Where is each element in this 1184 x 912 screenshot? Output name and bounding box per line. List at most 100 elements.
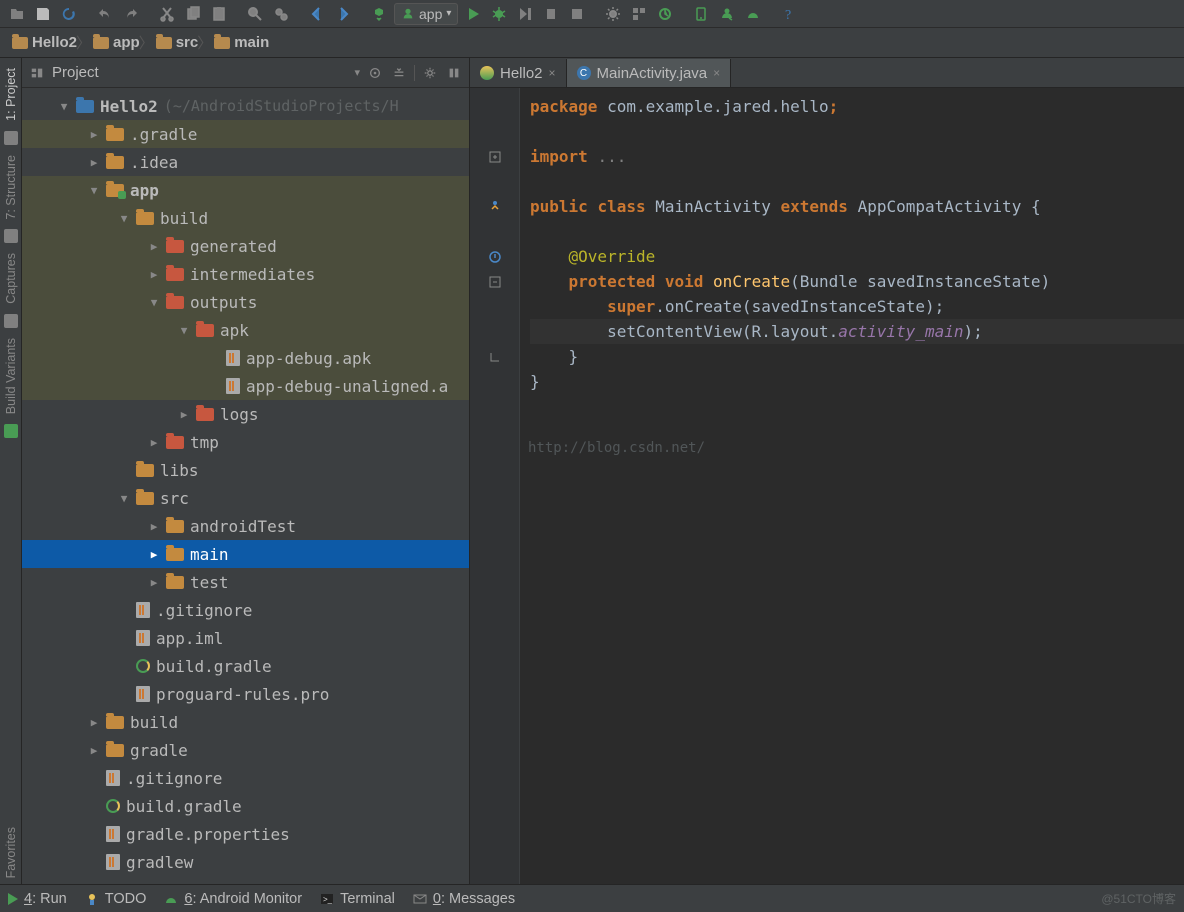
project-tree[interactable]: ▼Hello2 (~/AndroidStudioProjects/H▶.grad… bbox=[22, 88, 469, 884]
tree-row[interactable]: proguard-rules.pro bbox=[22, 680, 469, 708]
collapse-all-icon[interactable] bbox=[390, 64, 408, 82]
tree-row[interactable]: ▶gradle bbox=[22, 736, 469, 764]
cut-icon[interactable] bbox=[156, 3, 178, 25]
bottom-run[interactable]: 4: Run bbox=[8, 891, 67, 907]
tree-row[interactable]: ▶main bbox=[22, 540, 469, 568]
sync-icon[interactable] bbox=[58, 3, 80, 25]
crumb-2[interactable]: src bbox=[150, 34, 209, 51]
tree-row[interactable]: app-debug-unaligned.a bbox=[22, 372, 469, 400]
tree-row[interactable]: ▶.idea bbox=[22, 148, 469, 176]
close-icon[interactable]: × bbox=[713, 66, 720, 80]
crumb-3[interactable]: main bbox=[208, 34, 279, 51]
chevron-down-icon[interactable]: ▾ bbox=[354, 66, 360, 79]
tool-tab-captures[interactable]: Captures bbox=[4, 247, 18, 310]
run-icon[interactable] bbox=[462, 3, 484, 25]
hide-icon[interactable] bbox=[445, 64, 463, 82]
copy-icon[interactable] bbox=[182, 3, 204, 25]
tree-arrow-icon[interactable]: ▼ bbox=[58, 100, 70, 113]
tree-row[interactable]: .gitignore bbox=[22, 764, 469, 792]
stop-icon[interactable] bbox=[566, 3, 588, 25]
settings-icon[interactable] bbox=[602, 3, 624, 25]
tree-row[interactable]: libs bbox=[22, 456, 469, 484]
tree-row[interactable]: ▶generated bbox=[22, 232, 469, 260]
tree-arrow-icon[interactable]: ▶ bbox=[178, 408, 190, 421]
tree-arrow-icon[interactable]: ▶ bbox=[148, 548, 160, 561]
crumb-1[interactable]: app bbox=[87, 34, 150, 51]
tree-row[interactable]: .gitignore bbox=[22, 596, 469, 624]
tree-arrow-icon[interactable]: ▼ bbox=[148, 296, 160, 309]
tree-arrow-icon[interactable]: ▶ bbox=[88, 156, 100, 169]
scroll-from-source-icon[interactable] bbox=[366, 64, 384, 82]
tree-arrow-icon[interactable]: ▶ bbox=[88, 716, 100, 729]
tree-arrow-icon[interactable]: ▼ bbox=[118, 492, 130, 505]
make-icon[interactable] bbox=[368, 3, 390, 25]
tree-row[interactable]: ▶build bbox=[22, 708, 469, 736]
back-icon[interactable] bbox=[306, 3, 328, 25]
tree-row[interactable]: ▼Hello2 (~/AndroidStudioProjects/H bbox=[22, 92, 469, 120]
help-icon[interactable]: ? bbox=[778, 3, 800, 25]
tool-tab-buildvariants[interactable]: Build Variants bbox=[4, 332, 18, 420]
tree-row[interactable]: ▼apk bbox=[22, 316, 469, 344]
tree-row[interactable]: gradle.properties bbox=[22, 820, 469, 848]
project-structure-icon[interactable] bbox=[628, 3, 650, 25]
find-icon[interactable] bbox=[244, 3, 266, 25]
save-icon[interactable] bbox=[32, 3, 54, 25]
tree-row[interactable]: ▼build bbox=[22, 204, 469, 232]
paste-icon[interactable] bbox=[208, 3, 230, 25]
tree-row[interactable]: ▼app bbox=[22, 176, 469, 204]
sync-gradle-icon[interactable] bbox=[654, 3, 676, 25]
tree-row[interactable]: app.iml bbox=[22, 624, 469, 652]
tree-arrow-icon[interactable]: ▶ bbox=[148, 520, 160, 533]
fold-plus-icon[interactable] bbox=[470, 144, 519, 169]
tree-arrow-icon[interactable]: ▶ bbox=[88, 128, 100, 141]
redo-icon[interactable] bbox=[120, 3, 142, 25]
android-icon[interactable] bbox=[742, 3, 764, 25]
override-icon[interactable] bbox=[470, 194, 519, 219]
tree-row[interactable]: ▶logs bbox=[22, 400, 469, 428]
avd-icon[interactable] bbox=[690, 3, 712, 25]
tree-row[interactable]: build.gradle bbox=[22, 652, 469, 680]
bottom-todo[interactable]: TODO bbox=[85, 891, 147, 907]
bottom-terminal[interactable]: >_Terminal bbox=[320, 891, 395, 907]
attach-icon[interactable] bbox=[540, 3, 562, 25]
forward-icon[interactable] bbox=[332, 3, 354, 25]
tree-arrow-icon[interactable]: ▶ bbox=[148, 436, 160, 449]
fold-end-icon[interactable] bbox=[470, 344, 519, 369]
tree-arrow-icon[interactable]: ▶ bbox=[148, 576, 160, 589]
replace-icon[interactable] bbox=[270, 3, 292, 25]
bottom-messages[interactable]: 0: Messages bbox=[413, 891, 515, 907]
tool-tab-favorites[interactable]: Favorites bbox=[4, 821, 18, 884]
tree-arrow-icon[interactable]: ▼ bbox=[118, 212, 130, 225]
tree-arrow-icon[interactable]: ▶ bbox=[148, 268, 160, 281]
tree-row[interactable]: ▶intermediates bbox=[22, 260, 469, 288]
code-editor[interactable]: package com.example.jared.hello; import … bbox=[520, 88, 1184, 884]
tree-arrow-icon[interactable]: ▼ bbox=[88, 184, 100, 197]
sdk-icon[interactable] bbox=[716, 3, 738, 25]
tree-row[interactable]: build.gradle bbox=[22, 792, 469, 820]
tool-tab-project[interactable]: 1: Project bbox=[4, 62, 18, 127]
gear-icon[interactable] bbox=[421, 64, 439, 82]
tree-arrow-icon[interactable]: ▶ bbox=[148, 240, 160, 253]
tree-row[interactable]: app-debug.apk bbox=[22, 344, 469, 372]
tree-arrow-icon[interactable]: ▼ bbox=[178, 324, 190, 337]
debug-icon[interactable] bbox=[488, 3, 510, 25]
project-view-selector[interactable]: Project bbox=[52, 64, 99, 81]
tool-tab-structure[interactable]: 7: Structure bbox=[4, 149, 18, 226]
tab-hello2[interactable]: Hello2 × bbox=[470, 59, 567, 87]
crumb-0[interactable]: Hello2 bbox=[6, 34, 87, 51]
run-config-selector[interactable]: app ▾ bbox=[394, 3, 458, 25]
tree-row[interactable]: ▶androidTest bbox=[22, 512, 469, 540]
tree-row[interactable]: ▼src bbox=[22, 484, 469, 512]
tab-mainactivity[interactable]: C MainActivity.java × bbox=[567, 59, 732, 87]
tree-row[interactable]: ▼outputs bbox=[22, 288, 469, 316]
close-icon[interactable]: × bbox=[549, 66, 556, 80]
tree-row[interactable]: ▶.gradle bbox=[22, 120, 469, 148]
undo-icon[interactable] bbox=[94, 3, 116, 25]
open-icon[interactable] bbox=[6, 3, 28, 25]
fold-minus-icon[interactable] bbox=[470, 269, 519, 294]
implemented-icon[interactable] bbox=[470, 244, 519, 269]
tree-row[interactable]: ▶test bbox=[22, 568, 469, 596]
tree-row[interactable]: ▶tmp bbox=[22, 428, 469, 456]
tree-arrow-icon[interactable]: ▶ bbox=[88, 744, 100, 757]
project-view-icon[interactable] bbox=[28, 64, 46, 82]
